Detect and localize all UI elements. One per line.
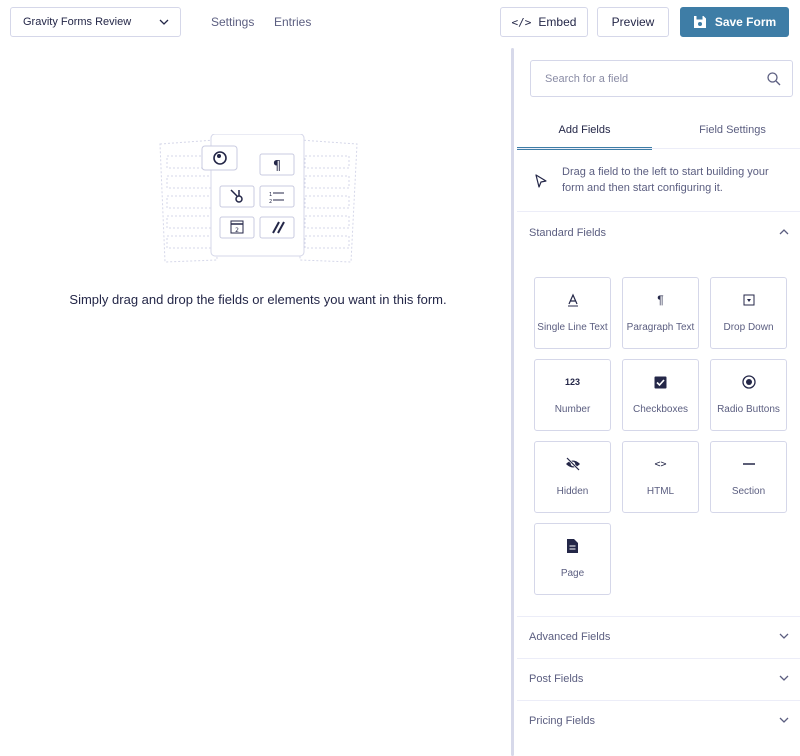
chevron-down-icon[interactable] [778, 714, 790, 726]
chevron-down-icon[interactable] [778, 630, 790, 642]
chevron-up-icon[interactable] [778, 226, 790, 238]
field-section[interactable]: Section [710, 441, 787, 513]
code-icon: <> [654, 458, 667, 470]
section-divider [517, 658, 800, 659]
field-hidden[interactable]: Hidden [534, 441, 611, 513]
empty-canvas-message: Simply drag and drop the fields or eleme… [69, 292, 447, 307]
empty-form-illustration: ¶ 1 2 2 [159, 134, 358, 263]
code-icon: </> [511, 15, 532, 29]
settings-link[interactable]: Settings [211, 15, 254, 29]
svg-text:1: 1 [269, 192, 272, 198]
save-form-button[interactable]: Save Form [680, 7, 789, 37]
tab-field-settings[interactable]: Field Settings [665, 116, 800, 150]
field-search [530, 60, 793, 97]
preview-button-label: Preview [611, 15, 655, 29]
field-checkboxes[interactable]: Checkboxes [622, 359, 699, 431]
section-divider [517, 211, 800, 212]
preview-button[interactable]: Preview [597, 7, 669, 37]
chevron-down-icon[interactable] [778, 672, 790, 684]
field-page[interactable]: Page [534, 523, 611, 595]
field-label: Radio Buttons [717, 404, 780, 415]
field-drop-down[interactable]: Drop Down [710, 277, 787, 349]
standard-fields-header[interactable]: Standard Fields [529, 227, 606, 239]
form-switcher-select[interactable]: Gravity Forms Review [10, 7, 181, 37]
field-label: Checkboxes [632, 404, 689, 415]
page-icon [535, 538, 610, 554]
search-icon [767, 72, 781, 86]
form-name: Gravity Forms Review [23, 16, 132, 28]
svg-text:2: 2 [235, 227, 239, 234]
pricing-fields-header[interactable]: Pricing Fields [529, 715, 595, 727]
chevron-down-icon [159, 19, 169, 25]
svg-text:¶: ¶ [273, 159, 281, 174]
field-html[interactable]: <> HTML [622, 441, 699, 513]
field-label: HTML [646, 486, 675, 497]
dropdown-icon [711, 292, 786, 308]
eye-slash-icon [535, 456, 610, 472]
field-label: Drop Down [723, 322, 774, 333]
field-label: Single Line Text [537, 322, 608, 333]
field-label: Section [731, 486, 766, 497]
paragraph-icon: ¶ [657, 293, 664, 307]
field-paragraph-text[interactable]: ¶ Paragraph Text [622, 277, 699, 349]
number-icon: 123 [564, 377, 581, 387]
checkbox-icon [623, 374, 698, 390]
field-label: Paragraph Text [626, 322, 695, 333]
save-form-label: Save Form [714, 15, 777, 29]
entries-link[interactable]: Entries [274, 15, 311, 29]
field-sidebar: Add Fields Field Settings Drag a field t… [517, 44, 800, 756]
tabs-underline [517, 148, 800, 149]
top-bar: Gravity Forms Review Settings Entries </… [0, 0, 800, 44]
field-search-input[interactable] [545, 72, 745, 85]
floppy-disk-icon [693, 16, 706, 28]
field-number[interactable]: 123 Number [534, 359, 611, 431]
cursor-icon [535, 174, 547, 188]
embed-button[interactable]: </> Embed [500, 7, 588, 37]
svg-text:2: 2 [269, 199, 272, 205]
section-icon [711, 456, 786, 472]
embed-button-label: Embed [538, 15, 577, 29]
section-divider [517, 700, 800, 701]
advanced-fields-header[interactable]: Advanced Fields [529, 631, 610, 643]
field-single-line-text[interactable]: Single Line Text [534, 277, 611, 349]
post-fields-header[interactable]: Post Fields [529, 673, 583, 685]
field-label: Page [560, 568, 585, 579]
section-divider [517, 616, 800, 617]
drag-hint-text: Drag a field to the left to start buildi… [562, 166, 769, 194]
tab-add-fields[interactable]: Add Fields [517, 116, 652, 150]
text-line-icon [535, 292, 610, 308]
field-label: Hidden [556, 486, 589, 497]
panel-divider[interactable] [511, 48, 514, 756]
form-canvas[interactable]: ¶ 1 2 2 Simply drag and drop the fields … [0, 44, 511, 756]
field-label: Number [554, 404, 591, 415]
radio-icon [711, 374, 786, 390]
field-radio-buttons[interactable]: Radio Buttons [710, 359, 787, 431]
sidebar-tabs: Add Fields Field Settings [517, 116, 800, 150]
